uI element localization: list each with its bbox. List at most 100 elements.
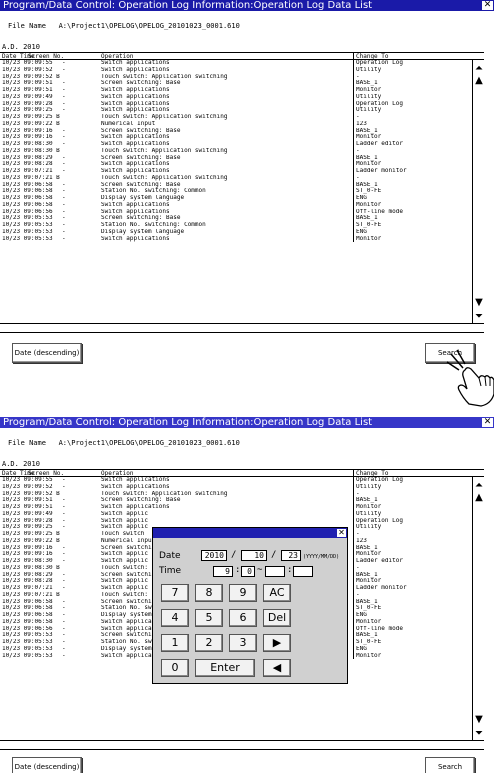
table-row[interactable]: 10/23 09:06:58 - Switch applications Monito… [0,201,484,209]
key-1[interactable]: 1 [161,634,189,652]
scroll-top-icon[interactable]: ⏶ [474,64,484,74]
cell-screen: - [62,235,66,242]
scrollbar[interactable]: ⏶ ▲ ▼ ⏷ [472,477,484,741]
key-delete[interactable]: Del [263,609,291,627]
key-right-icon[interactable]: ▶ [263,634,291,652]
cell-screen: - [62,639,66,645]
scrollbar[interactable]: ⏶ ▲ ▼ ⏷ [472,60,484,324]
cell-operation: Switch applications [101,141,170,147]
table-row[interactable]: 10/23 09:09:55 - Switch applications Operat… [0,477,484,484]
table-row[interactable]: 10/23 09:09:51 - Switch applications Monito… [0,504,484,511]
key-left-icon[interactable]: ◀ [263,659,291,677]
cell-change: Ladder editor [353,141,465,148]
scroll-bottom-icon[interactable]: ⏷ [474,729,484,739]
key-9[interactable]: 9 [229,584,257,602]
table-row[interactable]: 10/23 09:09:16 - Switch applications Monito… [0,134,484,141]
day-field[interactable]: 23 [281,550,301,561]
cell-change: Utility [353,93,465,101]
table-row[interactable]: 10/23 09:07:21 B -1 Touch switch: Applica… [0,174,484,182]
table-row[interactable]: 10/23 09:09:49 - Switch applications Utilit… [0,93,484,101]
scroll-up-icon[interactable]: ▲ [474,493,484,503]
close-icon[interactable]: ✕ [482,418,493,427]
table-row[interactable]: 10/23 09:05:53 - Display system language EN… [0,228,484,236]
table-row[interactable]: 10/23 09:09:28 - Switch applic Operation Lo… [0,517,484,525]
close-icon[interactable]: ✕ [482,1,493,10]
table-row[interactable]: 10/23 09:09:51 - Switch applications Monito… [0,87,484,94]
key-6[interactable]: 6 [229,609,257,627]
month-field[interactable]: 10 [241,550,267,561]
scroll-down-icon[interactable]: ▼ [474,715,484,725]
key-5[interactable]: 5 [195,609,223,627]
table-row[interactable]: 10/23 09:09:22 B -1 Numerical Input 123 [0,120,484,128]
cell-change: - [353,591,465,599]
table-row[interactable]: 10/23 09:09:25 B -1 Touch switch: Applica… [0,114,484,121]
close-icon[interactable]: ✕ [337,529,346,537]
cell-change: Monitor [353,652,465,660]
table-row[interactable]: 10/23 09:06:56 - Switch applications Off-li… [0,208,484,216]
table-row[interactable]: 10/23 09:09:51 - Screen switching: Base BAS… [0,80,484,87]
cell-screen: - [62,632,66,639]
cell-datetime: 10/23 09:06:58 [2,605,53,612]
table-row[interactable]: 10/23 09:09:55 - Switch applications Operat… [0,60,484,67]
key-2[interactable]: 2 [195,634,223,652]
table-row[interactable]: 10/23 09:09:52 - Switch applications Utilit… [0,483,484,491]
table-row[interactable]: 10/23 09:08:30 - Switch applications Ladder… [0,141,484,148]
key-enter[interactable]: Enter [195,659,255,677]
scroll-down-icon[interactable]: ▼ [474,298,484,308]
cell-datetime: 10/23 09:07:21 [2,168,53,174]
scroll-up-icon[interactable]: ▲ [474,76,484,86]
year-field[interactable]: 2010 [201,550,227,561]
minute-field[interactable]: 0 [241,566,255,577]
table-row[interactable]: 10/23 09:09:52 - Switch applications Utilit… [0,66,484,74]
cell-datetime: 10/23 09:09:52 B -1 [2,73,62,80]
cell-datetime: 10/23 09:09:28 [2,100,53,107]
hour-field[interactable]: 9 [213,566,233,577]
table-row[interactable]: 10/23 09:05:53 - Screen switching: Base BAS… [0,215,484,222]
key-3[interactable]: 3 [229,634,257,652]
key-8[interactable]: 8 [195,584,223,602]
table-row[interactable]: 10/23 09:05:53 - Switch applications Monito… [0,235,484,243]
table-row[interactable]: 10/23 09:09:25 - Switch applications Utilit… [0,107,484,114]
cell-change: - [353,531,465,538]
table-row[interactable]: 10/23 09:06:58 - Station No. switching: Co… [0,188,484,195]
date-sort-button[interactable]: Date (descending) [12,757,82,773]
date-sort-button[interactable]: Date (descending) [12,343,82,363]
cell-operation: Screen switching: Base [101,497,181,504]
search-button[interactable]: Search [425,757,475,773]
table-row[interactable]: 10/23 09:08:28 - Switch applications Monito… [0,161,484,168]
cell-operation: Switch applications [101,235,170,242]
cell-datetime: 10/23 09:09:16 [2,127,53,134]
time-separator: : [235,565,241,575]
table-row[interactable]: 10/23 09:09:16 - Screen switching: Base BAS… [0,127,484,135]
table-row[interactable]: 10/23 09:06:58 - Display system language EN… [0,195,484,202]
table-row[interactable]: 10/23 09:09:51 - Screen switching: Base BAS… [0,497,484,504]
end-minute-field[interactable] [293,566,313,577]
cell-operation: Screen switching: Base [101,215,181,222]
table-row[interactable]: 10/23 09:06:58 - Screen switching: Base BAS… [0,181,484,189]
table-row[interactable]: 10/23 09:05:53 - Station No. switching: Co… [0,222,484,229]
cell-screen: - [62,134,66,141]
table-row[interactable]: 10/23 09:07:21 - Switch applications Ladder… [0,168,484,175]
cell-change: ENG [353,645,465,653]
table-row[interactable]: 10/23 09:08:30 B -1 Touch switch: Applica… [0,147,484,155]
key-clear[interactable]: AC [263,584,291,602]
scroll-top-icon[interactable]: ⏶ [474,481,484,491]
scroll-bottom-icon[interactable]: ⏷ [474,312,484,322]
cell-change: Off-line mode [353,208,465,216]
key-7[interactable]: 7 [161,584,189,602]
date-format-hint: (YYYY/MM/DD) [303,554,340,560]
cell-operation: Switch applications [101,66,170,73]
cell-datetime: 10/23 09:09:25 [2,524,53,531]
table-row[interactable]: 10/23 09:08:29 - Screen switching: Base BAS… [0,154,484,162]
table-row[interactable]: 10/23 09:09:28 - Switch applications Operat… [0,100,484,108]
cell-datetime: 10/23 09:06:56 [2,625,53,632]
end-hour-field[interactable] [265,566,285,577]
cell-datetime: 10/23 09:09:52 B -1 [2,490,62,497]
key-4[interactable]: 4 [161,609,189,627]
cell-change: Operation Log [353,100,465,108]
table-row[interactable]: 10/23 09:09:52 B -1 Touch switch: Applica… [0,73,484,81]
cell-datetime: 10/23 09:06:58 [2,188,53,195]
key-0[interactable]: 0 [161,659,189,677]
table-row[interactable]: 10/23 09:09:52 B -1 Touch switch: Applica… [0,490,484,498]
table-row[interactable]: 10/23 09:09:49 - Switch applic Utility [0,510,484,518]
